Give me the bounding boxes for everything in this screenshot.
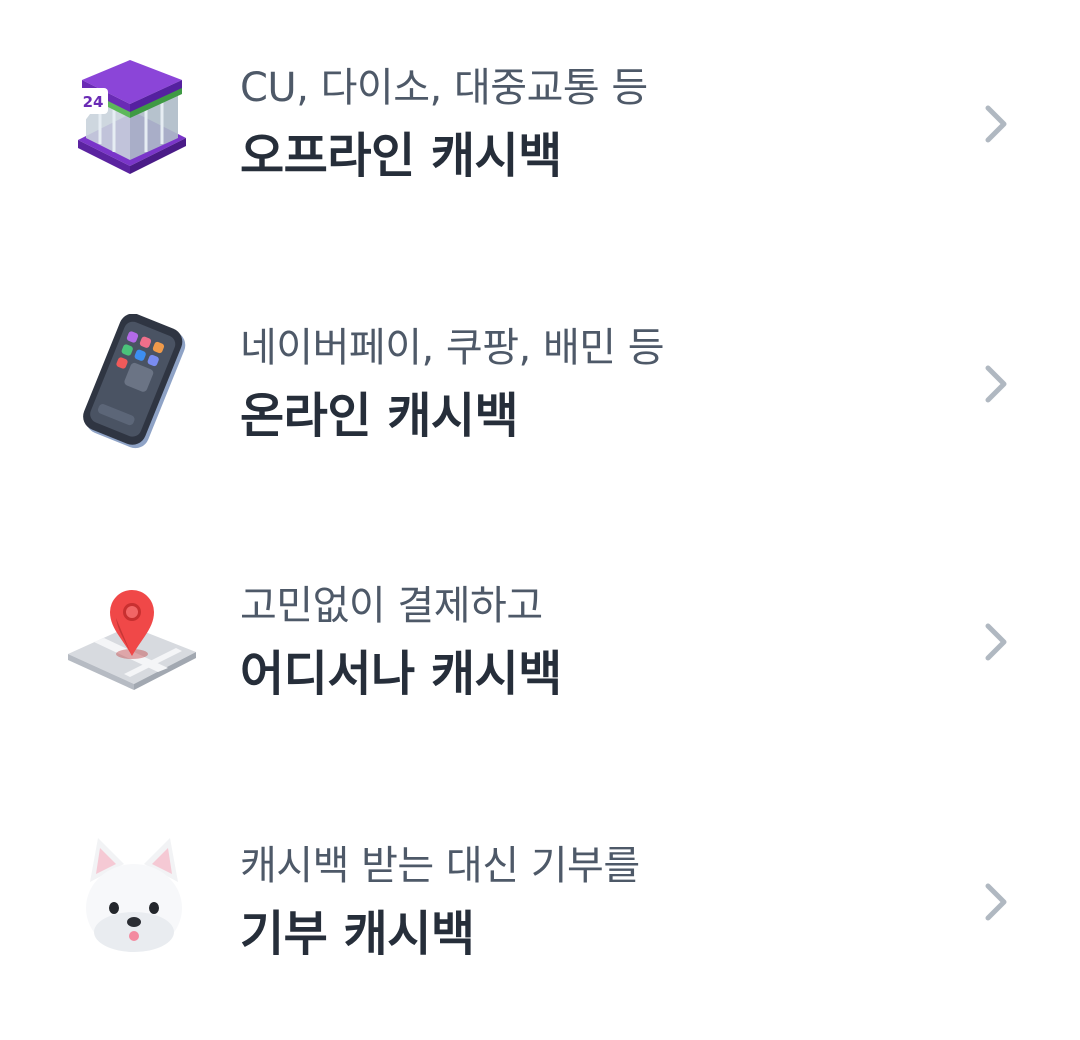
menu-item-title: 오프라인 캐시백 xyxy=(240,128,562,184)
menu-item-subtitle: 네이버페이, 쿠팡, 배민 등 xyxy=(240,325,665,371)
map-pin-icon xyxy=(64,572,204,712)
smartphone-icon xyxy=(64,314,204,454)
cashback-menu-list: 24 CU, 다이소, 대중교통 등 오프라인 캐시백 네이버페이, 쿠팡, 배… xyxy=(0,0,1080,1026)
menu-item-subtitle: 고민없이 결제하고 xyxy=(240,583,543,629)
menu-item-title: 기부 캐시백 xyxy=(240,906,475,962)
menu-item-donation-cashback[interactable]: 캐시백 받는 대신 기부를 기부 캐시백 xyxy=(0,838,1080,1040)
store-24-badge: 24 xyxy=(83,93,104,111)
chevron-right-icon xyxy=(978,620,1014,664)
menu-item-subtitle: 캐시백 받는 대신 기부를 xyxy=(240,843,640,889)
menu-item-offline-cashback[interactable]: 24 CU, 다이소, 대중교통 등 오프라인 캐시백 xyxy=(0,60,1080,262)
chevron-right-icon xyxy=(978,362,1014,406)
chevron-right-icon xyxy=(978,102,1014,146)
dog-icon xyxy=(64,824,204,964)
menu-item-subtitle: CU, 다이소, 대중교통 등 xyxy=(240,65,648,111)
chevron-right-icon xyxy=(978,880,1014,924)
menu-item-title: 어디서나 캐시백 xyxy=(240,646,562,702)
menu-item-title: 온라인 캐시백 xyxy=(240,388,519,444)
menu-item-anywhere-cashback[interactable]: 고민없이 결제하고 어디서나 캐시백 xyxy=(0,580,1080,780)
convenience-store-icon: 24 xyxy=(64,54,204,194)
menu-item-online-cashback[interactable]: 네이버페이, 쿠팡, 배민 등 온라인 캐시백 xyxy=(0,314,1080,522)
